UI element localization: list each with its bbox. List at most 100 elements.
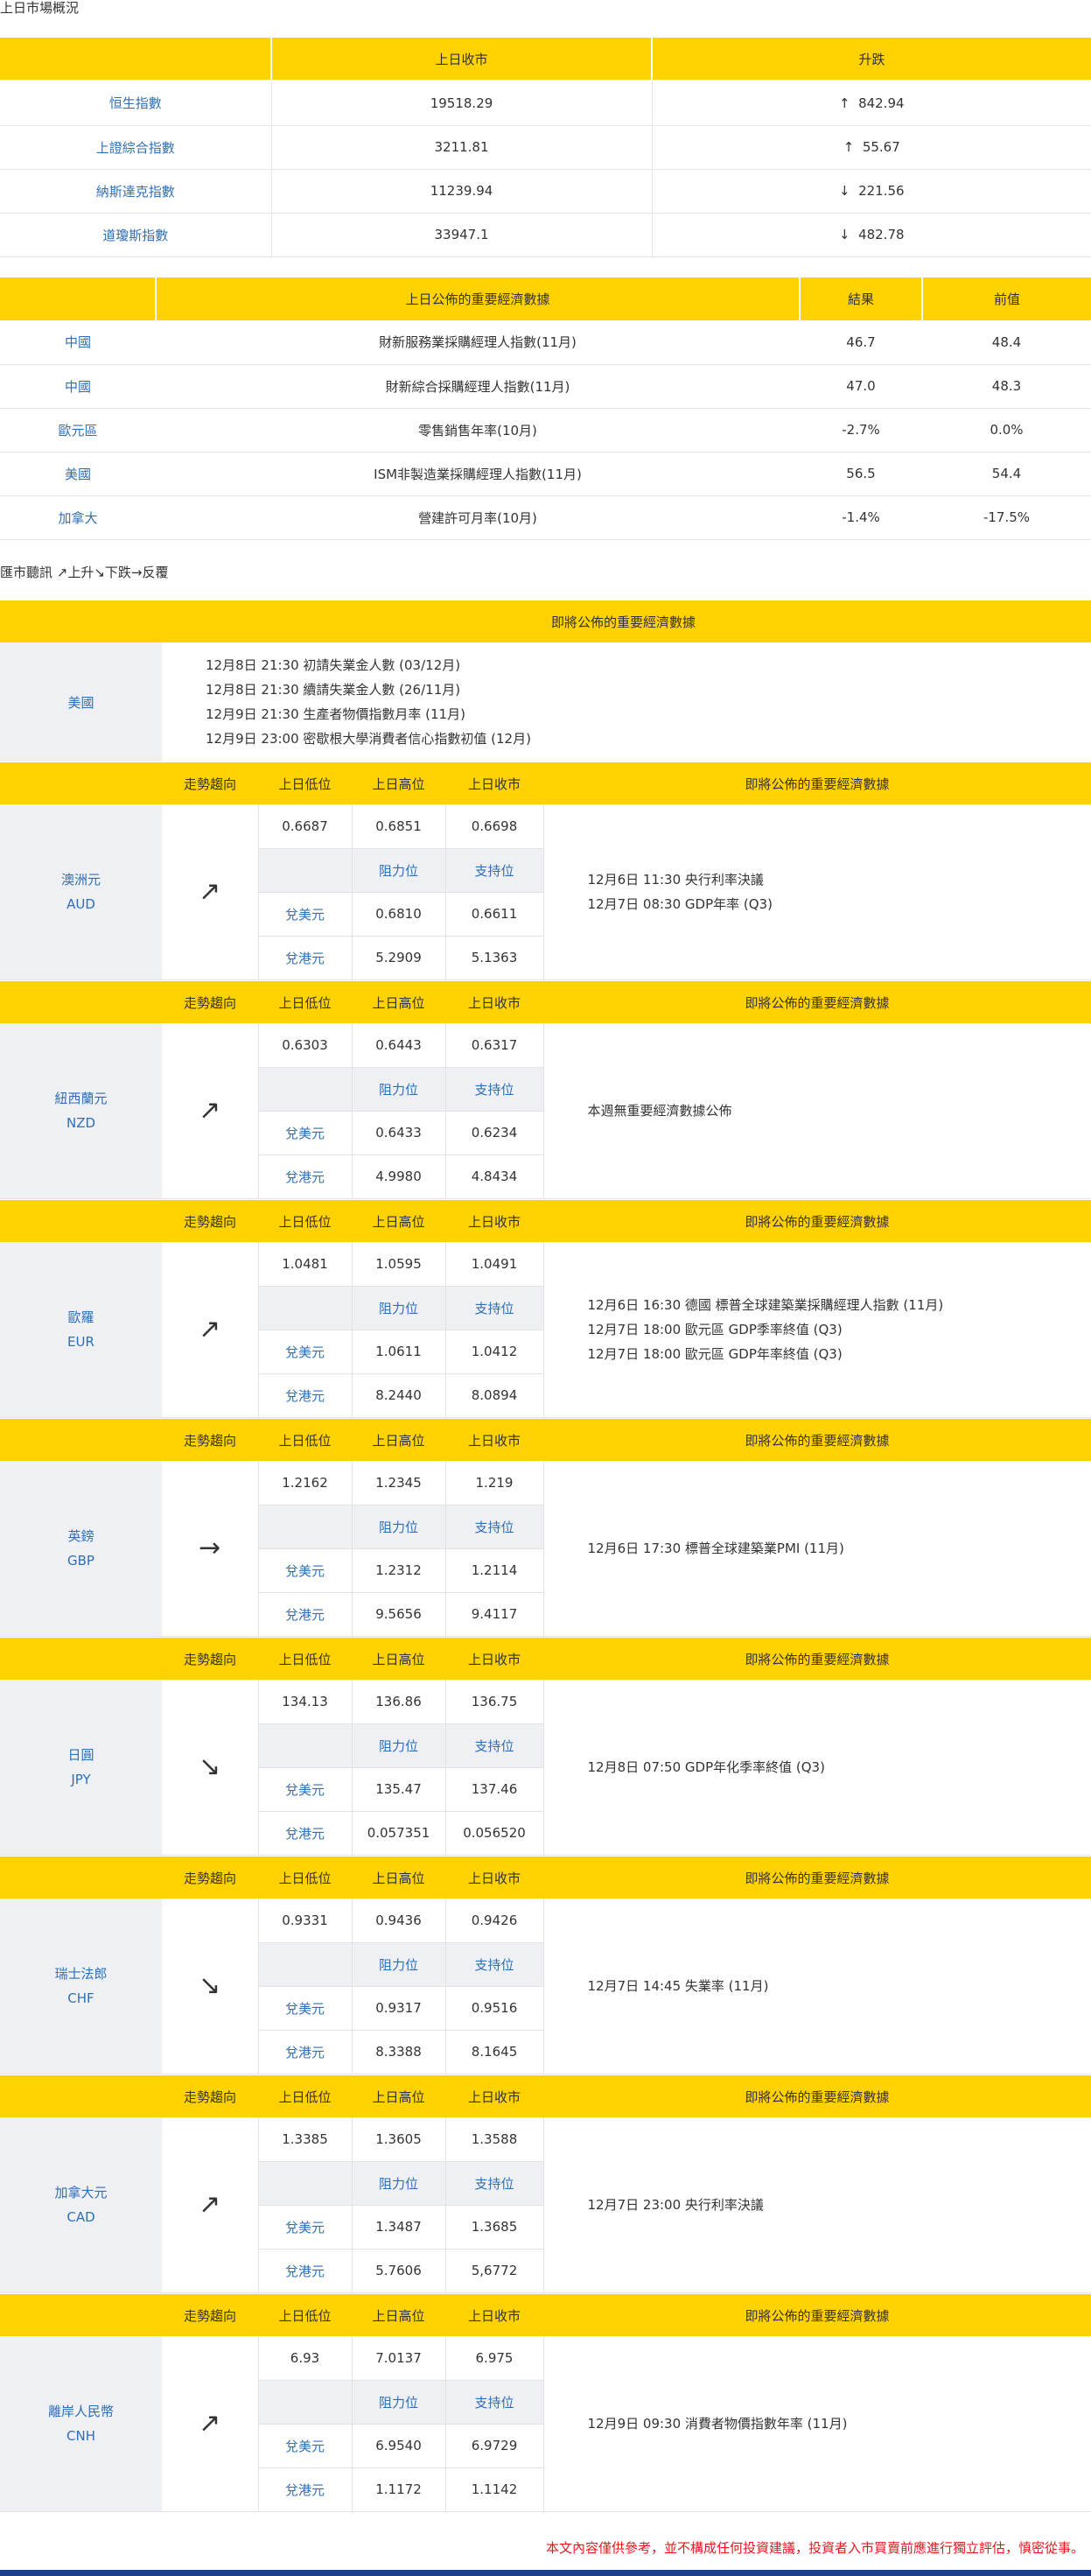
currency-name[interactable]: 日圓 JPY	[0, 1680, 162, 1856]
usd-resistance: 6.9540	[352, 2424, 446, 2468]
currency-label: 澳洲元	[60, 871, 101, 888]
table-header	[0, 38, 272, 80]
trend-cell: ↗	[162, 1023, 259, 1199]
hkd-resistance: 8.3388	[352, 2030, 446, 2074]
table-header: 即將公佈的重要經濟數據	[162, 600, 1091, 642]
currency-block-chf: 走勢趨向 上日低位 上日高位 上日收市 即將公佈的重要經濟數據 瑞士法郎 CHF ↘ 0.933…	[0, 1857, 1091, 2074]
currency-name[interactable]: 歐羅 EUR	[0, 1242, 162, 1418]
table-row: 上證綜合指數 3211.81 ↑ 55.67	[0, 125, 1091, 170]
prev-low: 0.6303	[258, 1023, 353, 1068]
table-header: 即將公佈的重要經濟數據	[543, 1857, 1091, 1899]
table-header: 上日收市	[445, 1419, 543, 1461]
us-events: 12月8日 21:30 初請失業金人數 (03/12月) 12月8日 21:30…	[162, 642, 1091, 762]
usd-support: 1.0412	[445, 1330, 544, 1374]
usd-resistance: 1.0611	[352, 1330, 446, 1374]
support-header: 支持位	[445, 1286, 544, 1330]
vs-hkd-label: 兌港元	[258, 936, 353, 980]
currency-name[interactable]: 離岸人民幣 CNH	[0, 2336, 162, 2512]
upcoming-events: 12月6日 16:30 德國 標普全球建築業採購經理人指數 (11月) 12月7日…	[543, 1242, 1091, 1418]
table-row: 歐元區 零售銷售年率(10月) -2.7% 0.0%	[0, 408, 1091, 453]
upcoming-events: 12月6日 11:30 央行利率決議 12月7日 08:30 GDP年率 (Q3)	[543, 804, 1091, 980]
table-header: 上日低位	[258, 1638, 352, 1680]
currency-name[interactable]: 紐西蘭元 NZD	[0, 1023, 162, 1199]
prev-high: 1.2345	[352, 1461, 446, 1506]
table-header: 走勢趨向	[162, 762, 258, 804]
prev-low: 1.2162	[258, 1461, 353, 1506]
blank-cell	[258, 1067, 353, 1112]
currency-name[interactable]: 英鎊 GBP	[0, 1461, 162, 1637]
table-header	[0, 762, 162, 804]
vs-usd-label: 兌美元	[258, 1111, 353, 1155]
table-header: 上日高位	[352, 1857, 445, 1899]
index-name[interactable]: 納斯達克指數	[0, 169, 272, 214]
table-header: 上日收市	[445, 1857, 543, 1899]
disclaimer: 本文內容僅供參考，並不構成任何投資建議，投資者入市買賣前應進行獨立評估，慎密從事…	[545, 2540, 1084, 2556]
hkd-resistance: 4.9980	[352, 1155, 446, 1199]
region-name-us[interactable]: 美國	[0, 642, 162, 762]
prev-low: 134.13	[258, 1680, 353, 1724]
vs-usd-label: 兌美元	[258, 2205, 353, 2250]
table-header: 上日高位	[352, 1638, 445, 1680]
currency-block-jpy: 走勢趨向 上日低位 上日高位 上日收市 即將公佈的重要經濟數據 日圓 JPY ↘ 134.13 1…	[0, 1638, 1091, 1856]
table-header: 上日低位	[258, 2075, 352, 2117]
currency-block-aud: 走勢趨向 上日低位 上日高位 上日收市 即將公佈的重要經濟數據 澳洲元 AUD ↗ 0.6687…	[0, 762, 1091, 980]
table-header	[0, 981, 162, 1023]
region-name[interactable]: 美國	[0, 452, 156, 496]
event-line: 12月8日 21:30 續請失業金人數 (26/11月)	[206, 682, 461, 698]
fx-us-table: 即將公佈的重要經濟數據 美國 12月8日 21:30 初請失業金人數 (03/1…	[0, 600, 1091, 762]
currency-code: NZD	[66, 1114, 96, 1131]
region-name[interactable]: 中國	[0, 364, 156, 409]
vs-usd-label: 兌美元	[258, 1767, 353, 1812]
event-line: 12月7日 18:00 歐元區 GDP年率終值 (Q3)	[587, 1345, 843, 1362]
up-arrow-icon: ↑	[838, 95, 850, 111]
table-header: 上日低位	[258, 1419, 352, 1461]
hkd-support: 1.1142	[445, 2467, 544, 2512]
currency-name[interactable]: 加拿大元 CAD	[0, 2117, 162, 2293]
blank-cell	[258, 848, 353, 893]
currency-code: CAD	[66, 2208, 95, 2225]
hkd-support: 4.8434	[445, 1155, 544, 1199]
market-overview-title: 上日市場概況	[0, 0, 80, 16]
usd-support: 0.6234	[445, 1111, 544, 1155]
index-name[interactable]: 上證綜合指數	[0, 125, 272, 170]
prev-close: 0.6317	[445, 1023, 544, 1068]
usd-support: 1.3685	[445, 2205, 544, 2250]
prev-high: 1.3605	[352, 2117, 446, 2162]
event-line: 12月8日 21:30 初請失業金人數 (03/12月)	[206, 657, 461, 673]
currency-name[interactable]: 瑞士法郎 CHF	[0, 1899, 162, 2074]
table-header: 上日高位	[352, 981, 445, 1023]
blank-cell	[258, 1286, 353, 1330]
index-name[interactable]: 道瓊斯指數	[0, 213, 272, 257]
up-arrow-icon: ↑	[843, 139, 855, 155]
event-line: 12月6日 17:30 標普全球建築業PMI (11月)	[587, 1540, 844, 1556]
region-name[interactable]: 歐元區	[0, 408, 156, 453]
down-arrow-icon: ↓	[838, 227, 850, 242]
trend-arrow-icon: →	[199, 1533, 221, 1564]
resistance-header: 阻力位	[352, 1723, 446, 1768]
currency-code: EUR	[67, 1333, 94, 1350]
index-name[interactable]: 恒生指數	[0, 81, 272, 126]
currency-label: 瑞士法郎	[54, 1965, 108, 1982]
hkd-support: 5,6772	[445, 2249, 544, 2293]
currency-label: 歐羅	[67, 1309, 94, 1325]
event-line: 12月6日 16:30 德國 標普全球建築業採購經理人指數 (11月)	[587, 1296, 944, 1313]
upcoming-events: 12月7日 14:45 失業率 (11月)	[543, 1899, 1091, 2074]
event-line: 12月9日 23:00 密歇根大學消費者信心指數初值 (12月)	[206, 731, 531, 747]
trend-arrow-icon: ↗	[199, 1314, 221, 1345]
region-name[interactable]: 中國	[0, 320, 156, 365]
table-header: 即將公佈的重要經濟數據	[543, 762, 1091, 804]
table-header	[0, 600, 162, 642]
trend-cell: →	[162, 1461, 259, 1637]
usd-support: 0.9516	[445, 1986, 544, 2031]
hkd-resistance: 5.2909	[352, 936, 446, 980]
table-header: 結果	[800, 277, 923, 320]
index-change: ↑ 842.94	[652, 81, 1091, 126]
currency-name[interactable]: 澳洲元 AUD	[0, 804, 162, 980]
table-header	[0, 1419, 162, 1461]
region-name[interactable]: 加拿大	[0, 495, 156, 540]
table-header	[0, 2075, 162, 2117]
hkd-resistance: 0.057351	[352, 1811, 446, 1856]
table-header: 上日低位	[258, 2294, 352, 2336]
table-header	[0, 1857, 162, 1899]
usd-resistance: 0.6433	[352, 1111, 446, 1155]
